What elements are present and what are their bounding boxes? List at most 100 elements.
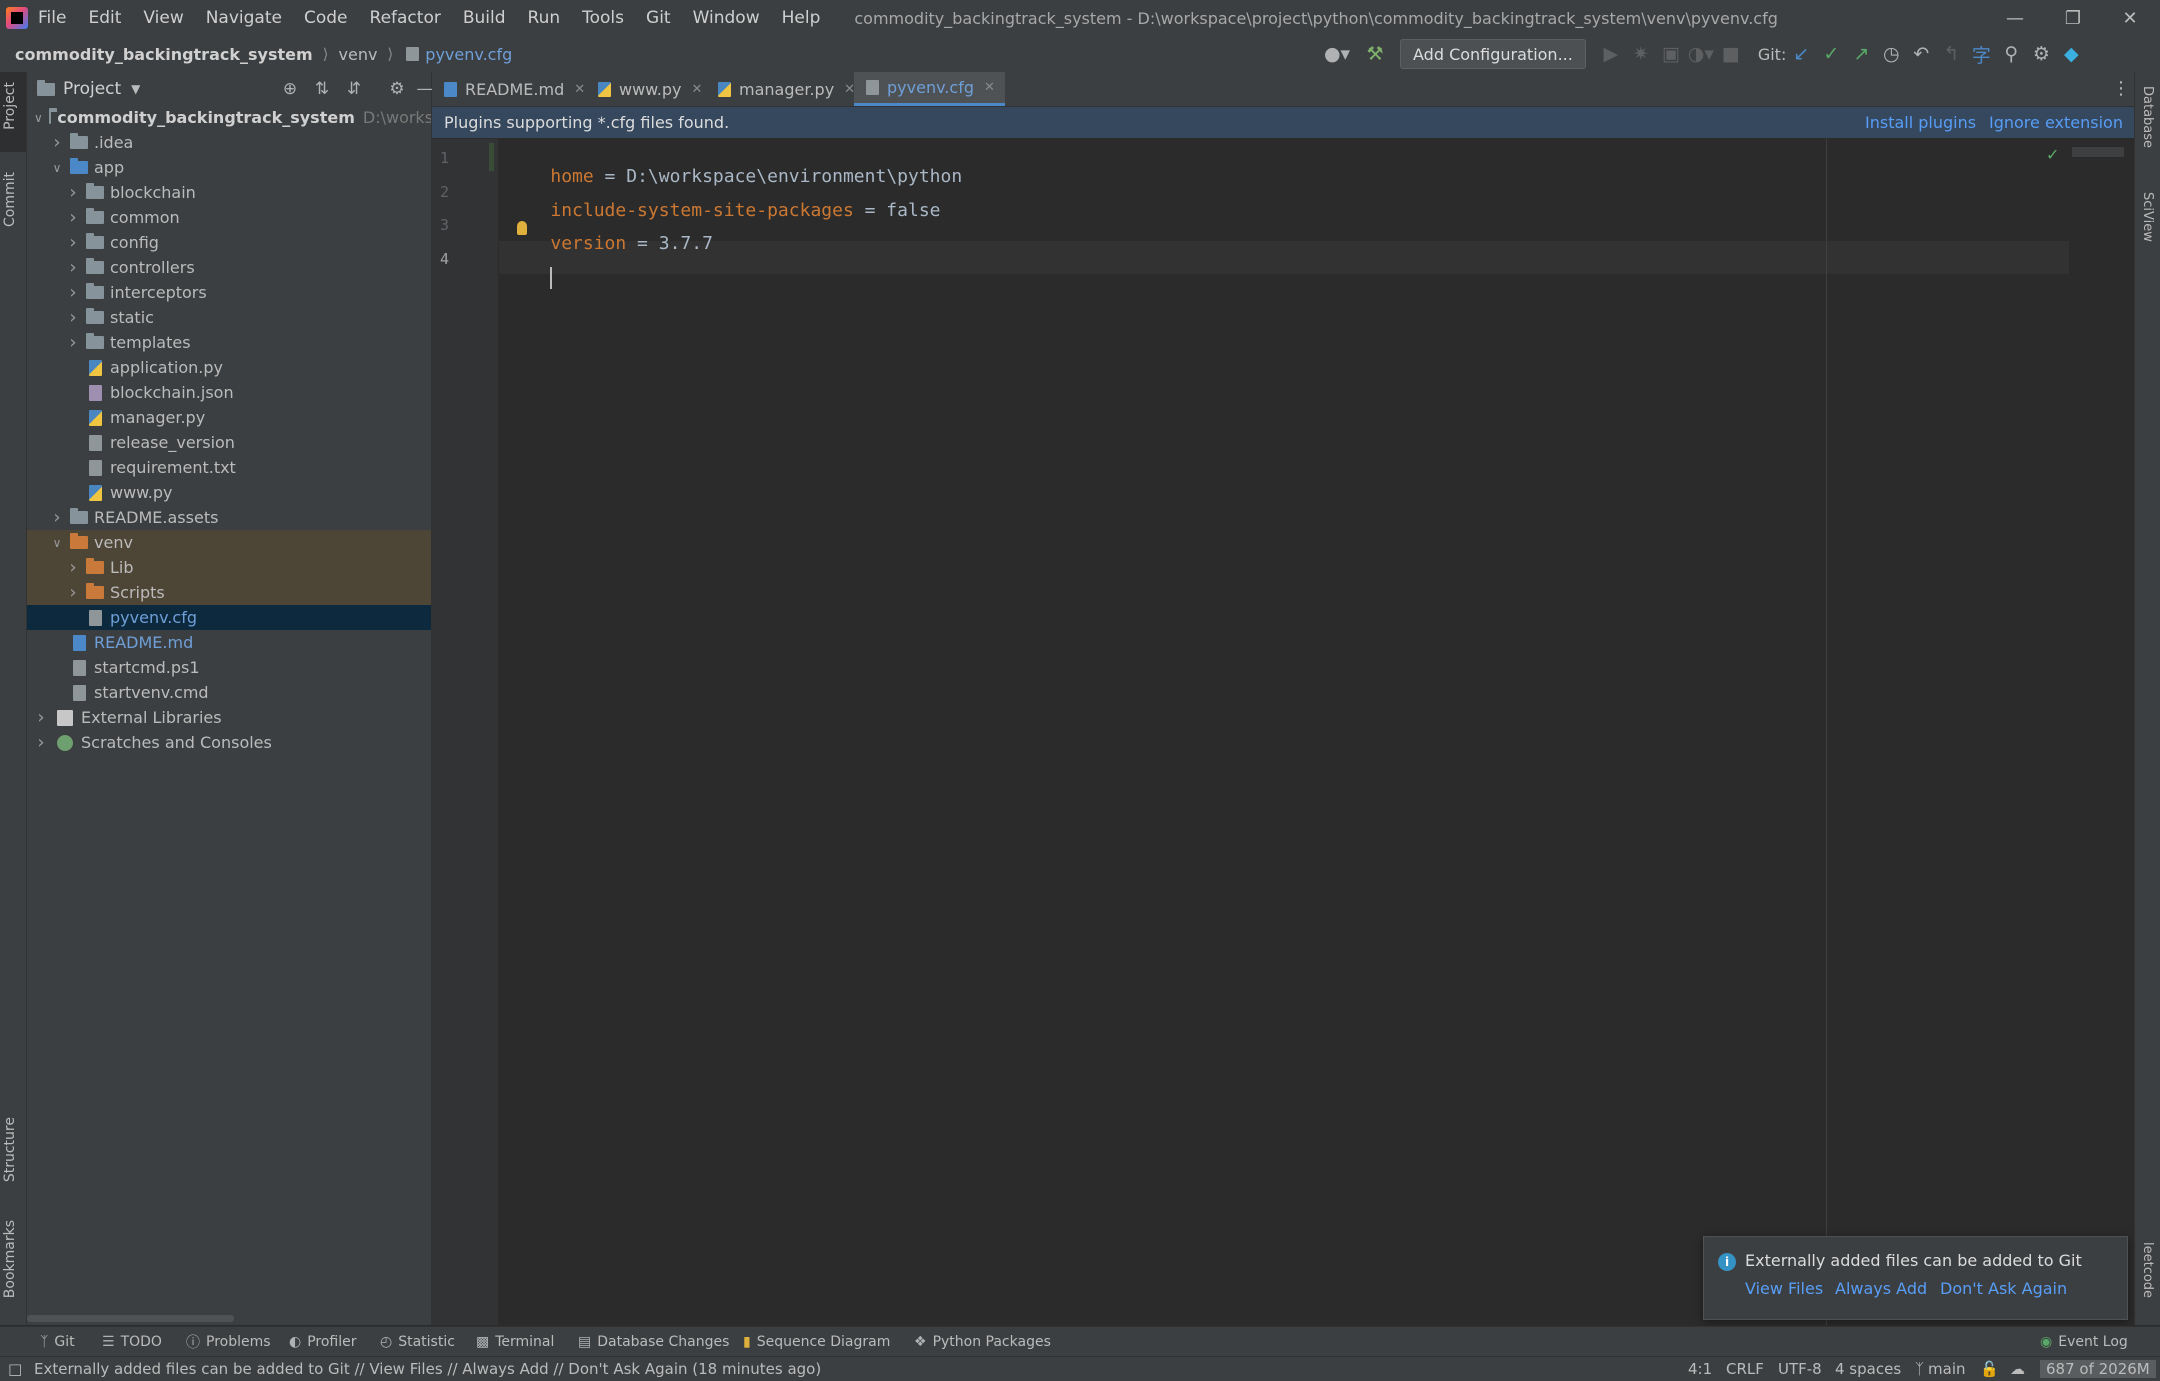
dont-ask-again-link[interactable]: Don't Ask Again — [1940, 1279, 2067, 1298]
menu-tools[interactable]: Tools — [582, 8, 624, 28]
tree-item[interactable]: › Scratches and Consoles — [27, 730, 431, 755]
tree-item[interactable]: ∨ venv — [27, 530, 431, 555]
collapse-all-icon[interactable]: ⇵ — [339, 74, 369, 104]
chevron-right-icon[interactable]: › — [66, 257, 80, 278]
branches-icon[interactable]: ↰ — [1936, 39, 1966, 69]
chevron-right-icon[interactable]: › — [66, 232, 80, 253]
chevron-right-icon[interactable]: › — [66, 557, 80, 578]
expand-all-icon[interactable]: ⇅ — [307, 74, 337, 104]
ide-plugin-icon[interactable]: ◆ — [2056, 39, 2086, 69]
database-changes-tool-button[interactable]: ▤ Database Changes — [578, 1327, 729, 1357]
tab-readme[interactable]: README.md ✕ — [444, 72, 585, 106]
structure-tool-label[interactable]: Structure — [2, 1117, 18, 1182]
project-panel-title[interactable]: Project — [63, 79, 121, 99]
chevron-right-icon[interactable]: › — [50, 132, 64, 153]
tree-item[interactable]: › controllers — [27, 255, 431, 280]
terminal-tool-button[interactable]: ▩ Terminal — [476, 1327, 554, 1357]
event-log-tool-button[interactable]: ◉ Event Log — [2040, 1327, 2128, 1357]
tree-item[interactable]: › Lib — [27, 555, 431, 580]
git-push-icon[interactable]: ↗ — [1846, 39, 1876, 69]
git-branch[interactable]: ᛉ main — [1915, 1357, 1966, 1381]
line-separator[interactable]: CRLF — [1726, 1357, 1764, 1381]
add-configuration-button[interactable]: Add Configuration... — [1400, 39, 1586, 69]
tree-item[interactable]: requirement.txt — [27, 455, 431, 480]
tree-item[interactable]: blockchain.json — [27, 380, 431, 405]
tree-item[interactable]: www.py — [27, 480, 431, 505]
python-packages-tool-button[interactable]: ❖ Python Packages — [914, 1327, 1051, 1357]
close-tab-icon[interactable]: ✕ — [692, 82, 703, 97]
breadcrumb-file[interactable]: pyvenv.cfg — [425, 45, 512, 64]
chevron-right-icon[interactable]: › — [66, 182, 80, 203]
menu-git[interactable]: Git — [646, 8, 671, 28]
commit-tool-label[interactable]: Commit — [2, 172, 18, 227]
tree-item[interactable]: manager.py — [27, 405, 431, 430]
project-tool-tab[interactable]: Project — [0, 72, 26, 152]
chevron-down-icon[interactable]: ▼ — [131, 82, 140, 96]
menu-navigate[interactable]: Navigate — [206, 8, 282, 28]
cloud-icon[interactable]: ☁ — [2010, 1357, 2025, 1381]
menu-edit[interactable]: Edit — [88, 8, 121, 28]
intention-bulb-icon[interactable] — [517, 221, 527, 235]
chevron-right-icon[interactable]: › — [66, 307, 80, 328]
git-commit-icon[interactable]: ✓ — [1816, 39, 1846, 69]
lock-icon[interactable]: 🔓 — [1980, 1357, 1999, 1381]
run-icon[interactable]: ▶ — [1596, 39, 1626, 69]
sciview-tool-label[interactable]: SciView — [2140, 192, 2155, 242]
close-tab-icon[interactable]: ✕ — [984, 80, 995, 95]
tree-item[interactable]: › common — [27, 205, 431, 230]
profile-icon[interactable]: ◑▾ — [1686, 39, 1716, 69]
chevron-right-icon[interactable]: › — [34, 732, 48, 753]
horizontal-scrollbar[interactable] — [27, 1315, 234, 1322]
search-icon[interactable]: ⚲ — [1996, 39, 2026, 69]
leetcode-tool-label[interactable]: leetcode — [2140, 1242, 2155, 1298]
inspection-ok-icon[interactable]: ✓ — [2046, 145, 2059, 164]
more-tabs-icon[interactable]: ⋮ — [2112, 78, 2130, 99]
chevron-right-icon[interactable]: › — [66, 282, 80, 303]
menu-window[interactable]: Window — [693, 8, 760, 28]
breadcrumb-venv[interactable]: venv — [339, 45, 378, 64]
database-tool-label[interactable]: Database — [2140, 86, 2155, 148]
menu-file[interactable]: File — [38, 8, 66, 28]
menu-run[interactable]: Run — [528, 8, 561, 28]
git-update-icon[interactable]: ↙ — [1786, 39, 1816, 69]
tree-item[interactable]: startvenv.cmd — [27, 680, 431, 705]
locate-file-icon[interactable]: ⊕ — [275, 74, 305, 104]
panel-settings-icon[interactable]: ⚙ — [382, 74, 412, 104]
git-tool-button[interactable]: ᛉ Git — [40, 1327, 75, 1357]
menu-code[interactable]: Code — [304, 8, 348, 28]
sequence-diagram-tool-button[interactable]: ▮ Sequence Diagram — [743, 1327, 890, 1357]
chevron-down-icon[interactable]: ∨ — [50, 536, 64, 550]
rollback-icon[interactable]: ↶ — [1906, 39, 1936, 69]
menu-refactor[interactable]: Refactor — [370, 8, 441, 28]
restore-icon[interactable]: ❐ — [2043, 0, 2103, 36]
chevron-down-icon[interactable]: ∨ — [50, 161, 64, 175]
chevron-down-icon[interactable]: ∨ — [34, 111, 43, 125]
code-line[interactable] — [507, 246, 553, 310]
toggle-tool-windows-icon[interactable]: □ — [8, 1357, 22, 1381]
tree-item[interactable]: › blockchain — [27, 180, 431, 205]
code-editor[interactable]: home = D:\workspace\environment\python i… — [499, 139, 2134, 1325]
caret-position[interactable]: 4:1 — [1688, 1357, 1712, 1381]
file-encoding[interactable]: UTF-8 — [1778, 1357, 1822, 1381]
menu-help[interactable]: Help — [782, 8, 821, 28]
breadcrumb-project[interactable]: commodity_backingtrack_system — [15, 45, 313, 64]
menu-build[interactable]: Build — [463, 8, 506, 28]
bookmarks-tool-label[interactable]: Bookmarks — [2, 1220, 18, 1298]
tab-www-py[interactable]: www.py ✕ — [598, 72, 702, 106]
chevron-right-icon[interactable]: › — [34, 707, 48, 728]
tree-item[interactable]: › .idea — [27, 130, 431, 155]
tree-item[interactable]: › interceptors — [27, 280, 431, 305]
statistic-tool-button[interactable]: ◴ Statistic — [380, 1327, 455, 1357]
coverage-icon[interactable]: ▣ — [1656, 39, 1686, 69]
profiler-tool-button[interactable]: ◐ Profiler — [289, 1327, 357, 1357]
tree-item[interactable]: application.py — [27, 355, 431, 380]
tree-item[interactable]: release_version — [27, 430, 431, 455]
tree-root[interactable]: ∨ commodity_backingtrack_system D:\works… — [27, 105, 431, 130]
gear-icon[interactable]: ⚙ — [2026, 39, 2056, 69]
tab-manager-py[interactable]: manager.py ✕ — [718, 72, 855, 106]
close-tab-icon[interactable]: ✕ — [574, 82, 585, 97]
translate-icon[interactable]: 字 — [1966, 39, 1996, 69]
stop-icon[interactable]: ■ — [1716, 39, 1746, 69]
chevron-right-icon[interactable]: › — [50, 507, 64, 528]
tab-pyvenv-cfg[interactable]: pyvenv.cfg ✕ — [854, 72, 1005, 106]
